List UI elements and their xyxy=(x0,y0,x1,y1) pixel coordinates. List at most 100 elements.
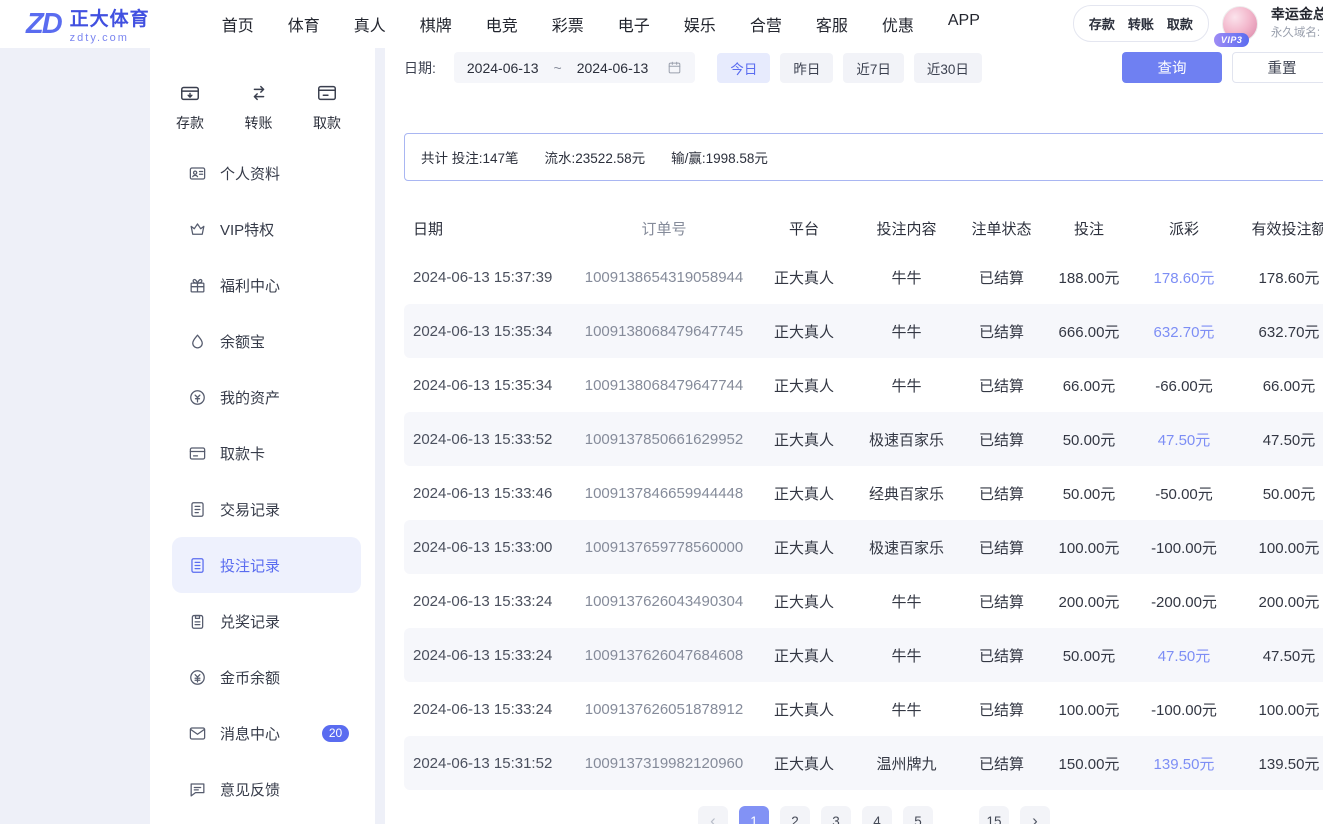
cell-valid: 47.50元 xyxy=(1234,645,1323,666)
sidebar-menu: 个人资料 VIP特权福利中心余额宝我的资产取款卡交易记录投注记录兑奖记录金币余额消… xyxy=(150,141,375,817)
sidebar-item-assets[interactable]: 我的资产 xyxy=(172,369,361,425)
sidebar-item-transactions[interactable]: 交易记录 xyxy=(172,481,361,537)
cell-bet: 666.00元 xyxy=(1044,321,1134,342)
brand-logo[interactable]: ZD 正大体育 zdty.com xyxy=(26,4,150,44)
sidebar-item-vip[interactable]: VIP特权 xyxy=(172,201,361,257)
cell-payout: 139.50元 xyxy=(1134,753,1234,774)
date-separator: ~ xyxy=(554,60,562,76)
nav-item-support[interactable]: 客服 xyxy=(816,12,848,36)
cell-status: 已结算 xyxy=(959,375,1044,396)
sidebar-item-label: 意见反馈 xyxy=(220,779,280,800)
query-button[interactable]: 查询 xyxy=(1122,52,1222,83)
sidebar-item-yuebao[interactable]: 余额宝 xyxy=(172,313,361,369)
cell-valid: 47.50元 xyxy=(1234,429,1323,450)
cell-order: 1009137319982120960 xyxy=(574,755,754,772)
nav-item-lottery[interactable]: 彩票 xyxy=(552,12,584,36)
withdraw-link[interactable]: 取款 xyxy=(1167,14,1193,33)
reset-button[interactable]: 重置 xyxy=(1232,52,1323,83)
cell-bet: 50.00元 xyxy=(1044,483,1134,504)
sidebar-item-bet-records[interactable]: 投注记录 xyxy=(172,537,361,593)
date-from[interactable]: 2024-06-13 xyxy=(467,60,539,76)
summary-part: 共计 投注:147笔 xyxy=(421,147,519,167)
sidebar-item-label: 个人资料 xyxy=(220,163,280,184)
cell-date: 2024-06-13 15:33:24 xyxy=(404,593,574,610)
feedback-icon xyxy=(188,780,207,799)
cell-payout: 47.50元 xyxy=(1134,429,1234,450)
cell-date: 2024-06-13 15:35:34 xyxy=(404,323,574,340)
cell-payout: -100.00元 xyxy=(1134,537,1234,558)
page-button-2[interactable]: 2 xyxy=(780,806,810,824)
cell-date: 2024-06-13 15:35:34 xyxy=(404,377,574,394)
page-button-3[interactable]: 3 xyxy=(821,806,851,824)
nav-item-live[interactable]: 真人 xyxy=(354,12,386,36)
nav-item-slots[interactable]: 电子 xyxy=(618,12,650,36)
cell-valid: 632.70元 xyxy=(1234,321,1323,342)
cell-date: 2024-06-13 15:33:24 xyxy=(404,701,574,718)
date-range-picker[interactable]: 2024-06-13 ~ 2024-06-13 xyxy=(454,52,695,83)
cell-payout: -66.00元 xyxy=(1134,375,1234,396)
cell-payout: 632.70元 xyxy=(1134,321,1234,342)
prev-page-button[interactable]: ‹ xyxy=(698,806,728,824)
cell-status: 已结算 xyxy=(959,483,1044,504)
cell-platform: 正大真人 xyxy=(754,375,854,396)
table-row: 2024-06-13 15:33:241009137626051878912正大… xyxy=(404,682,1323,736)
quick-withdraw[interactable]: 取款 xyxy=(313,82,341,133)
page-ellipsis: ... xyxy=(944,814,968,824)
pagination: ‹ 12345... 15 › xyxy=(404,806,1323,824)
calendar-icon[interactable] xyxy=(667,60,682,75)
cell-bet: 100.00元 xyxy=(1044,699,1134,720)
page-button-4[interactable]: 4 xyxy=(862,806,892,824)
summary-bar: 共计 投注:147笔流水:23522.58元输/赢:1998.58元 xyxy=(404,133,1323,181)
next-page-button[interactable]: › xyxy=(1020,806,1050,824)
range-last30-button[interactable]: 近30日 xyxy=(914,53,982,83)
sidebar-item-profile[interactable]: 个人资料 xyxy=(172,145,361,201)
range-last7-button[interactable]: 近7日 xyxy=(843,53,904,83)
cell-platform: 正大真人 xyxy=(754,645,854,666)
avatar[interactable]: VIP3 xyxy=(1222,6,1258,42)
range-today-button[interactable]: 今日 xyxy=(717,53,770,83)
nav-item-home[interactable]: 首页 xyxy=(222,12,254,36)
table-body: 2024-06-13 15:37:391009138654319058944正大… xyxy=(404,250,1323,790)
card-icon xyxy=(188,444,207,463)
quick-range-group: 今日昨日近7日近30日 xyxy=(717,53,992,83)
sidebar-item-coin-balance[interactable]: 金币余额 xyxy=(172,649,361,705)
bet-records-icon xyxy=(188,556,207,575)
cell-order: 1009137626047684608 xyxy=(574,647,754,664)
sidebar-item-label: 福利中心 xyxy=(220,275,280,296)
nav-item-esports[interactable]: 电竞 xyxy=(486,12,518,36)
sidebar-item-withdraw-card[interactable]: 取款卡 xyxy=(172,425,361,481)
nav-item-board-games[interactable]: 棋牌 xyxy=(420,12,452,36)
vip-badge: VIP3 xyxy=(1214,33,1250,47)
sidebar-item-redeem-records[interactable]: 兑奖记录 xyxy=(172,593,361,649)
page-button-5[interactable]: 5 xyxy=(903,806,933,824)
nav-item-sports[interactable]: 体育 xyxy=(288,12,320,36)
cell-status: 已结算 xyxy=(959,537,1044,558)
quick-deposit[interactable]: 存款 xyxy=(176,82,204,133)
cell-content: 牛牛 xyxy=(854,645,959,666)
range-yesterday-button[interactable]: 昨日 xyxy=(780,53,833,83)
cell-bet: 66.00元 xyxy=(1044,375,1134,396)
quick-transfer[interactable]: 转账 xyxy=(245,82,273,133)
date-to[interactable]: 2024-06-13 xyxy=(577,60,649,76)
cell-platform: 正大真人 xyxy=(754,321,854,342)
sidebar-item-label: 我的资产 xyxy=(220,387,280,408)
table-row: 2024-06-13 15:33:461009137846659944448正大… xyxy=(404,466,1323,520)
transfer-icon xyxy=(248,82,270,104)
assets-icon xyxy=(188,388,207,407)
cell-platform: 正大真人 xyxy=(754,591,854,612)
sidebar-item-feedback[interactable]: 意见反馈 xyxy=(172,761,361,817)
sidebar-quick-actions: 存款转账 取款 xyxy=(150,48,375,141)
sidebar-item-messages[interactable]: 消息中心20 xyxy=(172,705,361,761)
page-button-15[interactable]: 15 xyxy=(979,806,1009,824)
nav-item-app[interactable]: APP xyxy=(948,12,980,36)
quick-action-label: 转账 xyxy=(245,113,273,133)
cell-bet: 188.00元 xyxy=(1044,267,1134,288)
transfer-link[interactable]: 转账 xyxy=(1128,14,1154,33)
nav-item-entertainment[interactable]: 娱乐 xyxy=(684,12,716,36)
sidebar-item-welfare[interactable]: 福利中心 xyxy=(172,257,361,313)
nav-item-promotions[interactable]: 优惠 xyxy=(882,12,914,36)
deposit-link[interactable]: 存款 xyxy=(1089,14,1115,33)
nav-item-partnership[interactable]: 合营 xyxy=(750,12,782,36)
page-button-1[interactable]: 1 xyxy=(739,806,769,824)
bet-records-panel: 日期: 2024-06-13 ~ 2024-06-13 今日昨日近7日近30日 … xyxy=(385,48,1323,824)
